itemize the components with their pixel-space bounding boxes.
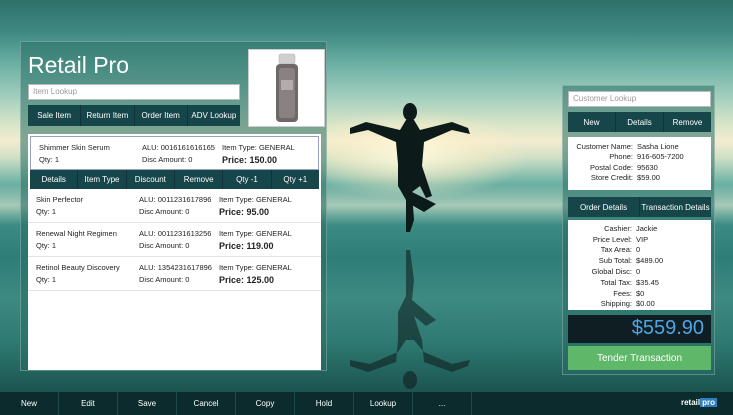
customer-info: Customer Name: Sasha Lione Phone: 916-605-… bbox=[568, 137, 711, 190]
item-details-button[interactable]: Details bbox=[30, 170, 79, 189]
lookup-button[interactable]: Lookup bbox=[354, 392, 413, 415]
item-action-bar: Details Item Type Discount Remove Qty -1… bbox=[30, 170, 319, 189]
discount-button[interactable]: Discount bbox=[127, 170, 175, 189]
sale-action-bar: Sale Item Return Item Order Item ADV Loo… bbox=[28, 105, 240, 126]
shipping-value: $0.00 bbox=[636, 299, 655, 309]
item-price: Price: 125.00 bbox=[219, 275, 275, 285]
save-button[interactable]: Save bbox=[118, 392, 177, 415]
item-type: Item Type: GENERAL bbox=[219, 263, 292, 272]
customer-action-bar: New Details Remove bbox=[568, 112, 711, 132]
price-level-value: VIP bbox=[636, 234, 649, 244]
tax-area-value: 0 bbox=[636, 245, 641, 255]
item-name: Renewal Night Regimen bbox=[36, 229, 117, 238]
edit-button[interactable]: Edit bbox=[59, 392, 118, 415]
list-item[interactable]: Renewal Night Regimen Qty: 1 ALU: 001123… bbox=[28, 223, 321, 257]
app-title: Retail Pro bbox=[28, 52, 129, 78]
copy-button[interactable]: Copy bbox=[236, 392, 295, 415]
list-item[interactable]: Retinol Beauty Discovery Qty: 1 ALU: 135… bbox=[28, 257, 321, 291]
item-type: Item Type: GENERAL bbox=[222, 143, 295, 152]
list-item[interactable]: Shimmer Skin Serum Qty: 1 ALU: 001616161… bbox=[30, 136, 319, 170]
tab-order-details[interactable]: Order Details bbox=[568, 197, 640, 217]
order-item-button[interactable]: Order Item bbox=[135, 105, 188, 126]
return-item-button[interactable]: Return Item bbox=[81, 105, 135, 126]
item-disc: Disc Amount: 0 bbox=[139, 207, 190, 216]
brand-logo: retail pro bbox=[681, 398, 717, 407]
customer-name-label: Customer Name: bbox=[576, 141, 633, 151]
tax-area-label: Tax Area: bbox=[600, 245, 632, 255]
item-price: Price: 95.00 bbox=[219, 207, 270, 217]
postal-label: Postal Code: bbox=[590, 162, 633, 172]
fees-label: Fees: bbox=[613, 288, 632, 298]
item-disc: Disc Amount: 0 bbox=[142, 155, 193, 164]
brand-part1: retail bbox=[680, 398, 701, 407]
customer-details-button[interactable]: Details bbox=[616, 112, 664, 132]
item-type-button[interactable]: Item Type bbox=[78, 170, 127, 189]
transaction-total: $559.90 bbox=[568, 315, 711, 343]
phone-label: Phone: bbox=[609, 152, 633, 162]
item-type: Item Type: GENERAL bbox=[219, 195, 292, 204]
details-tabs: Order Details Transaction Details bbox=[568, 197, 711, 217]
qty-minus-button[interactable]: Qty -1 bbox=[223, 170, 272, 189]
total-tax-label: Total Tax: bbox=[600, 277, 632, 287]
store-credit-value: $59.00 bbox=[637, 173, 660, 183]
tender-transaction-button[interactable]: Tender Transaction bbox=[568, 346, 711, 370]
brand-part2: pro bbox=[700, 398, 717, 407]
yoga-silhouette-image bbox=[350, 103, 470, 389]
qty-plus-button[interactable]: Qty +1 bbox=[272, 170, 319, 189]
order-details: Cashier: Jackie Price Level: VIP Tax Area:… bbox=[568, 220, 711, 310]
cancel-button[interactable]: Cancel bbox=[177, 392, 236, 415]
item-name: Shimmer Skin Serum bbox=[39, 143, 110, 152]
tab-transaction-details[interactable]: Transaction Details bbox=[640, 197, 711, 217]
global-disc-label: Global Disc: bbox=[591, 267, 632, 277]
cashier-value: Jackie bbox=[636, 223, 658, 233]
new-customer-button[interactable]: New bbox=[568, 112, 616, 132]
item-qty: Qty: 1 bbox=[36, 207, 57, 216]
item-alu: ALU: 0011231617896 bbox=[139, 195, 212, 204]
item-qty: Qty: 1 bbox=[39, 155, 60, 164]
item-lookup-input[interactable]: Item Lookup bbox=[28, 84, 240, 100]
item-alu: ALU: 0016161616165 bbox=[142, 143, 215, 152]
postal-value: 95630 bbox=[637, 162, 658, 172]
subtotal-label: Sub Total: bbox=[598, 256, 632, 266]
item-type: Item Type: GENERAL bbox=[219, 229, 292, 238]
cashier-label: Cashier: bbox=[604, 223, 632, 233]
remove-item-button[interactable]: Remove bbox=[175, 170, 224, 189]
remove-customer-button[interactable]: Remove bbox=[664, 112, 711, 132]
adv-lookup-button[interactable]: ADV Lookup bbox=[188, 105, 240, 126]
customer-lookup-input[interactable]: Customer Lookup bbox=[568, 91, 711, 107]
item-price: Price: 119.00 bbox=[219, 241, 274, 251]
subtotal-value: $489.00 bbox=[636, 256, 664, 266]
fees-value: $0 bbox=[636, 288, 645, 298]
new-button[interactable]: New bbox=[0, 392, 59, 415]
customer-panel: Customer Lookup New Details Remove Custo… bbox=[562, 85, 715, 375]
sale-item-button[interactable]: Sale Item bbox=[28, 105, 82, 126]
price-level-label: Price Level: bbox=[592, 234, 632, 244]
item-alu: ALU: 0011231613256 bbox=[139, 229, 212, 238]
sale-panel: Retail Pro Item Lookup Sale Item Return … bbox=[20, 41, 327, 371]
more-button[interactable]: ... bbox=[413, 392, 472, 415]
store-credit-label: Store Credit: bbox=[590, 173, 633, 183]
global-disc-value: 0 bbox=[636, 267, 641, 277]
shipping-label: Shipping: bbox=[600, 299, 632, 309]
items-list: Shimmer Skin Serum Qty: 1 ALU: 001616161… bbox=[28, 134, 321, 370]
bottom-toolbar: New Edit Save Cancel Copy Hold Lookup ..… bbox=[0, 392, 733, 415]
item-name: Skin Perfector bbox=[36, 195, 84, 204]
item-qty: Qty: 1 bbox=[36, 275, 57, 284]
product-image bbox=[248, 49, 325, 127]
item-qty: Qty: 1 bbox=[36, 241, 57, 250]
item-alu: ALU: 1354231617896 bbox=[139, 263, 212, 272]
item-name: Retinol Beauty Discovery bbox=[36, 263, 120, 272]
total-tax-value: $35.45 bbox=[636, 277, 659, 287]
phone-value: 916-605-7200 bbox=[637, 152, 684, 162]
item-disc: Disc Amount: 0 bbox=[139, 275, 190, 284]
item-price: Price: 150.00 bbox=[222, 155, 278, 165]
item-disc: Disc Amount: 0 bbox=[139, 241, 190, 250]
list-item[interactable]: Skin Perfector Qty: 1 ALU: 0011231617896… bbox=[28, 189, 321, 223]
customer-name: Sasha Lione bbox=[637, 141, 679, 151]
hold-button[interactable]: Hold bbox=[295, 392, 354, 415]
